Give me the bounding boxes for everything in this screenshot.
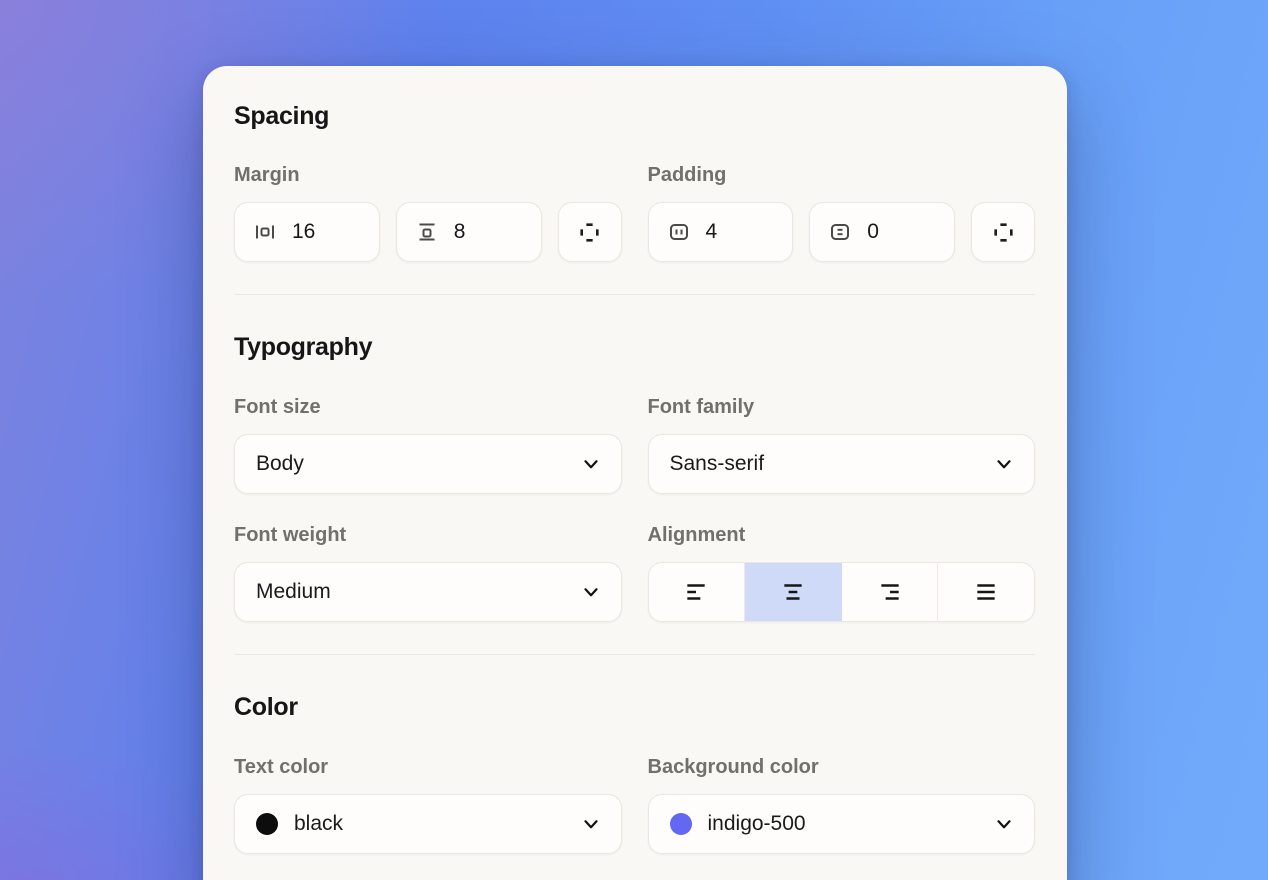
padding-vertical-value: 0 [867,220,879,244]
font-family-value: Sans-serif [670,452,765,476]
padding-individual-sides-button[interactable] [971,202,1035,262]
font-size-label: Font size [234,396,622,419]
background-color-value: indigo-500 [708,812,806,836]
font-family-field: Font family Sans-serif [648,396,1036,494]
background-color-select[interactable]: indigo-500 [648,794,1036,854]
text-color-swatch [256,813,278,835]
color-section-title: Color [234,693,1035,722]
text-color-select[interactable]: black [234,794,622,854]
background-color-swatch [670,813,692,835]
margin-horizontal-icon [253,220,277,244]
style-editor-panel: Spacing Margin 16 [203,66,1067,880]
margin-horizontal-value: 16 [292,220,315,244]
spacing-section-title: Spacing [234,102,1035,131]
alignment-label: Alignment [648,524,1036,547]
individual-sides-icon [577,220,602,245]
font-weight-field: Font weight Medium [234,524,622,622]
padding-vertical-input[interactable]: 0 [809,202,955,262]
margin-vertical-input[interactable]: 8 [396,202,542,262]
background-color-field: Background color indigo-500 [648,756,1036,854]
margin-horizontal-input[interactable]: 16 [234,202,380,262]
chevron-down-icon [993,813,1015,835]
padding-vertical-icon [828,220,852,244]
margin-label: Margin [234,164,622,187]
font-weight-value: Medium [256,580,331,604]
individual-sides-icon [991,220,1016,245]
text-color-field: Text color black [234,756,622,854]
padding-label: Padding [648,164,1036,187]
font-size-select[interactable]: Body [234,434,622,494]
padding-horizontal-icon [667,220,691,244]
alignment-segmented-control [648,562,1036,622]
text-color-value: black [294,812,343,836]
chevron-down-icon [580,813,602,835]
align-right-button[interactable] [842,563,939,621]
text-color-label: Text color [234,756,622,779]
align-right-icon [877,579,903,605]
margin-field: Margin 16 [234,164,622,262]
align-justify-icon [973,579,999,605]
chevron-down-icon [993,453,1015,475]
align-center-icon [780,579,806,605]
typography-section-title: Typography [234,333,1035,362]
font-size-field: Font size Body [234,396,622,494]
chevron-down-icon [580,453,602,475]
padding-field: Padding 4 [648,164,1036,262]
padding-horizontal-input[interactable]: 4 [648,202,794,262]
font-weight-select[interactable]: Medium [234,562,622,622]
align-left-button[interactable] [649,563,746,621]
font-family-select[interactable]: Sans-serif [648,434,1036,494]
align-left-icon [683,579,709,605]
chevron-down-icon [580,581,602,603]
font-weight-label: Font weight [234,524,622,547]
background-color-label: Background color [648,756,1036,779]
section-divider [234,294,1035,295]
font-size-value: Body [256,452,304,476]
alignment-field: Alignment [648,524,1036,622]
padding-horizontal-value: 4 [706,220,718,244]
align-justify-button[interactable] [938,563,1034,621]
section-divider [234,654,1035,655]
margin-individual-sides-button[interactable] [558,202,622,262]
font-family-label: Font family [648,396,1036,419]
align-center-button[interactable] [745,563,842,621]
margin-vertical-value: 8 [454,220,466,244]
margin-vertical-icon [415,220,439,244]
